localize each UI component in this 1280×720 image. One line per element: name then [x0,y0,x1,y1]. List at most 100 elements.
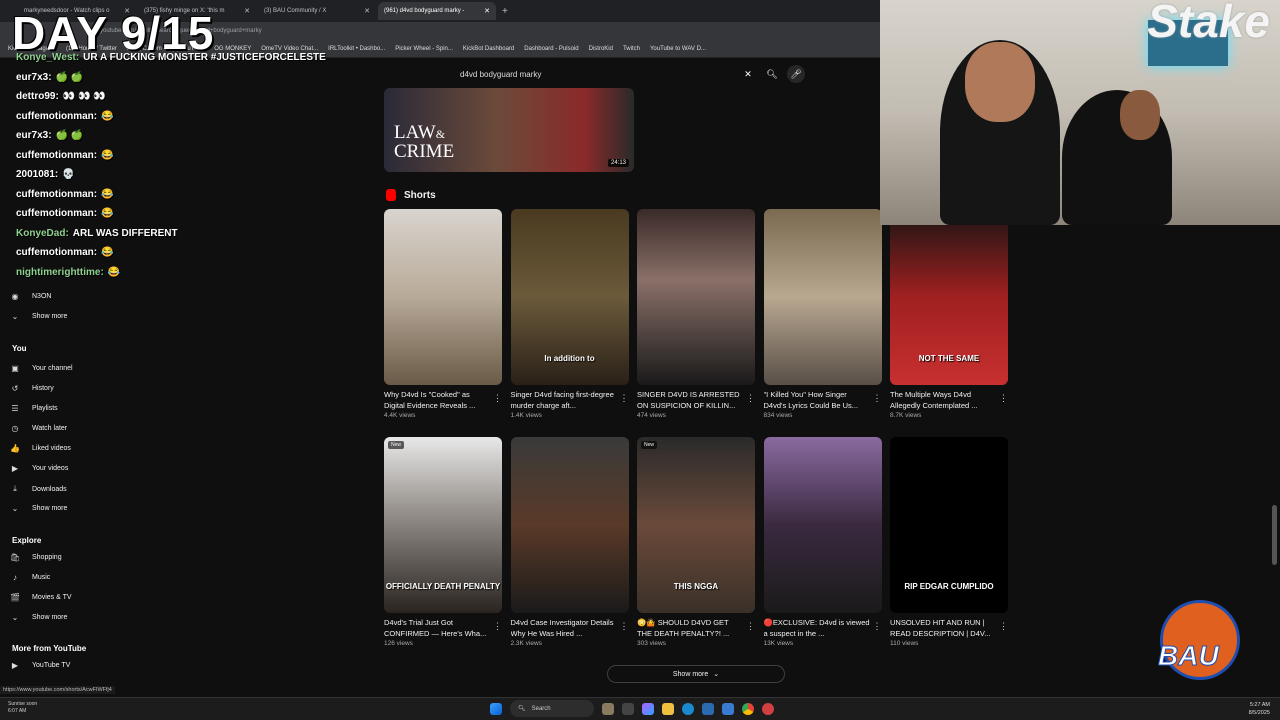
more-options-icon[interactable]: ⋮ [620,393,629,404]
short-title[interactable]: D4vd's Trial Just Got CONFIRMED — Here's… [384,617,492,639]
close-icon[interactable]: ✕ [484,7,490,15]
short-title[interactable]: UNSOLVED HIT AND RUN | READ DESCRIPTION … [890,617,998,639]
tab-label: (961) d4vd bodyguard marky - [384,8,465,14]
short-thumbnail[interactable] [384,209,502,385]
bookmark-item[interactable]: Twitch [623,46,640,52]
sidebar-item[interactable]: ⌄ Show more [10,312,68,321]
page-scrollbar[interactable] [1272,505,1277,565]
sidebar-section-you[interactable]: You [12,344,27,353]
more-options-icon[interactable]: ⋮ [746,621,755,632]
short-card[interactable]: Why D4vd Is "Cooked" as Digital Evidence… [384,209,504,419]
search-icon[interactable]: 🔍︎ [764,66,780,82]
search-box[interactable]: d4vd bodyguard marky ✕ 🔍︎ [460,64,780,84]
bookmark-item[interactable]: Picker Wheel - Spin... [395,46,453,52]
more-options-icon[interactable]: ⋮ [999,393,1008,404]
short-thumbnail[interactable] [510,437,629,613]
app-icon[interactable] [762,702,774,715]
copilot-icon[interactable] [642,702,654,715]
more-options-icon[interactable]: ⋮ [493,393,502,404]
sidebar-item[interactable]: ◷ Watch later [10,424,68,433]
stake-brand-logo: Stake [1147,0,1270,47]
more-options-icon[interactable]: ⋮ [999,621,1008,632]
short-thumbnail[interactable]: New THIS NGGA [637,437,755,613]
sidebar-item-label: Watch later [32,425,68,432]
sidebar-item[interactable]: 🎬 Movies & TV [10,593,72,602]
voice-search-icon[interactable]: 🎤︎ [787,65,805,83]
chat-username: cuffemotionman: [16,149,98,161]
short-card[interactable]: "I Killed You" How Singer D4vd's Lyrics … [763,209,884,419]
short-card[interactable]: New OFFICIALLY DEATH PENALTY D4vd's Trial … [384,437,504,647]
short-title[interactable]: Why D4vd Is "Cooked" as Digital Evidence… [384,389,492,411]
bookmark-item[interactable]: DistroKid [589,46,613,52]
short-title[interactable]: SINGER D4VD IS ARRESTED ON SUSPICION OF … [637,389,745,411]
more-options-icon[interactable]: ⋮ [873,393,882,404]
chat-message: cuffemotionman: 😂 [16,247,114,258]
more-options-icon[interactable]: ⋮ [620,621,629,632]
clear-search-icon[interactable]: ✕ [740,66,756,82]
chat-message: Konye_West: UR A FUCKING MONSTER #JUSTICE… [16,52,326,63]
sidebar-item-label: Shopping [32,554,62,561]
sidebar-item[interactable]: 🛍 Shopping [10,553,62,562]
short-card[interactable]: RIP EDGAR CUMPLIDO UNSOLVED HIT AND RUN |… [890,437,1010,647]
short-card[interactable]: 🔴EXCLUSIVE: D4vd is viewed a suspect in … [763,437,884,647]
short-card[interactable]: SINGER D4VD IS ARRESTED ON SUSPICION OF … [637,209,757,419]
more-options-icon[interactable]: ⋮ [746,393,755,404]
short-card[interactable]: NOT THE SAME The Multiple Ways D4vd Alleg… [890,209,1010,419]
taskbar-search[interactable]: 🔍︎ Search [510,700,594,717]
sidebar-item[interactable]: ☰ Playlists [10,404,57,413]
video-thumbnail[interactable]: LAW& CRIME 24:13 [384,88,634,172]
short-title[interactable]: D4vd Case Investigator Details Why He Wa… [511,617,619,639]
sidebar-item[interactable]: 👍 Liked videos [10,444,71,453]
more-options-icon[interactable]: ⋮ [873,621,882,632]
new-tab-icon[interactable]: + [502,6,508,17]
sidebar-item[interactable]: ▶ Your videos [10,464,68,473]
bookmark-item[interactable]: KickBot Dashboard [463,46,514,52]
file-explorer-icon[interactable] [662,702,674,715]
sidebar-item[interactable]: ▣ Your channel [10,364,72,373]
short-card[interactable]: In addition to Singer D4vd facing first-d… [510,209,631,419]
sidebar-item[interactable]: ⌄ Show more [10,504,68,513]
sidebar-icon: ⌄ [11,613,19,622]
store-icon[interactable] [702,702,714,715]
short-caption: RIP EDGAR CUMPLIDO [904,582,994,591]
short-thumbnail[interactable]: NOT THE SAME [890,209,1008,385]
short-thumbnail[interactable]: In addition to [510,209,629,385]
bookmark-item[interactable]: Dashboard - Pulsoid [524,46,578,52]
short-card[interactable]: D4vd Case Investigator Details Why He Wa… [510,437,631,647]
short-thumbnail[interactable] [763,209,882,385]
sidebar-item[interactable]: ⤓ Downloads [10,484,66,494]
short-title[interactable]: Singer D4vd facing first-degree murder c… [511,389,619,411]
edge-icon[interactable] [682,702,694,715]
browser-tab[interactable]: (961) d4vd bodyguard marky - ✕ [378,2,496,20]
close-icon[interactable]: ✕ [364,7,370,15]
short-title[interactable]: The Multiple Ways D4vd Allegedly Contemp… [890,389,998,411]
short-thumbnail[interactable]: New OFFICIALLY DEATH PENALTY [384,437,502,613]
search-input[interactable]: d4vd bodyguard marky [460,70,740,79]
windows-start-icon[interactable] [490,702,502,715]
chrome-icon[interactable] [742,702,754,715]
sidebar-item[interactable]: ▶ YouTube TV [10,661,70,670]
short-thumbnail[interactable] [763,437,882,613]
sidebar-item-label: Movies & TV [32,594,72,601]
sidebar-item[interactable]: ♪ Music [10,573,50,582]
more-options-icon[interactable]: ⋮ [493,621,502,632]
sidebar-item[interactable]: ↺ History [10,384,54,393]
short-title[interactable]: "I Killed You" How Singer D4vd's Lyrics … [764,389,872,411]
short-card[interactable]: New THIS NGGA 😳🤷 SHOULD D4VD GET THE DEATH… [637,437,757,647]
chat-text: 😂 [101,110,114,122]
short-title[interactable]: 🔴EXCLUSIVE: D4vd is viewed a suspect in … [764,617,872,639]
bookmark-item[interactable]: YouTube to WAV D... [650,46,706,52]
file-app-icon[interactable] [622,702,634,715]
taskbar-clock[interactable]: 5:27 AM 8/5/2025 [1249,701,1270,717]
sidebar-item-label: History [32,385,54,392]
weather-widget[interactable]: Sunrise soon 6:07 AM [8,701,37,715]
mail-icon[interactable] [722,702,734,715]
short-thumbnail[interactable] [637,209,755,385]
shorts-show-more-button[interactable]: Show more ⌄ [607,665,785,683]
sidebar-item-label: YouTube TV [32,662,71,669]
short-thumbnail[interactable]: RIP EDGAR CUMPLIDO [890,437,1008,613]
sidebar-item-label: Your videos [32,465,69,472]
task-view-icon[interactable] [602,702,614,715]
short-title[interactable]: 😳🤷 SHOULD D4VD GET THE DEATH PENALTY?! .… [637,617,745,639]
sidebar-item[interactable]: ⌄ Show more [10,613,68,622]
